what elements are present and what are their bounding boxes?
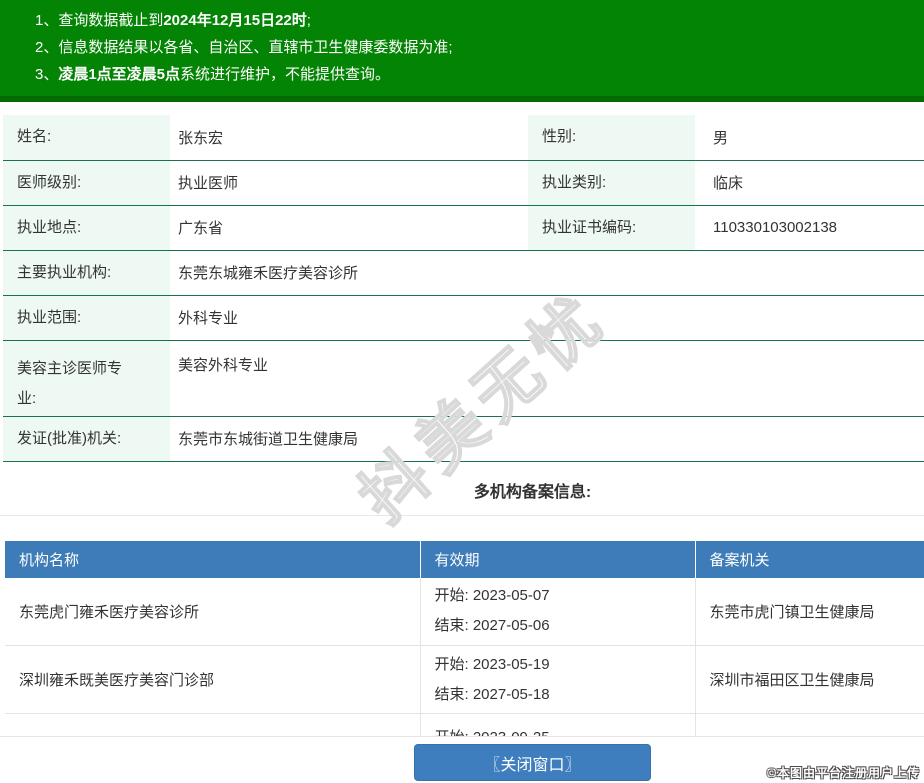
validity-start: 开始: 2023-09-25 bbox=[435, 723, 687, 737]
notice-text-bold: 凌晨1点至凌晨5点 bbox=[58, 66, 180, 83]
issuing-authority-value: 东莞市东城街道卫生健康局 bbox=[170, 416, 924, 461]
end-date: 2027-05-06 bbox=[473, 617, 550, 634]
notice-text-bold: 2024年12月15日22时 bbox=[163, 12, 306, 29]
org-name-cell bbox=[5, 714, 420, 738]
table-row: 主要执业机构: 东莞东城雍禾医疗美容诊所 bbox=[3, 250, 924, 295]
gender-label: 性别: bbox=[528, 115, 695, 160]
table-row: 执业范围: 外科专业 bbox=[3, 295, 924, 340]
notice-banner: 1、查询数据截止到2024年12月15日22时; 2、信息数据结果以各省、自治区… bbox=[0, 0, 924, 102]
org-name-cell: 深圳雍禾既美医疗美容门诊部 bbox=[5, 646, 420, 714]
main-org-label: 主要执业机构: bbox=[3, 250, 170, 295]
authority-cell: 深圳市福田区卫生健康局 bbox=[695, 646, 924, 714]
name-value: 张东宏 bbox=[170, 115, 528, 160]
cosmetic-specialty-value: 美容外科专业 bbox=[170, 340, 924, 416]
end-date: 2027-05-18 bbox=[473, 686, 550, 703]
validity-cell: 开始: 2023-05-19 结束: 2027-05-18 bbox=[420, 646, 695, 714]
table-row-clipped: 开始: 2023-09-25 bbox=[5, 714, 924, 738]
scope-label: 执业范围: bbox=[3, 295, 170, 340]
gender-value: 男 bbox=[695, 115, 924, 160]
org-name-cell: 东莞虎门雍禾医疗美容诊所 bbox=[5, 578, 420, 646]
validity-end: 结束: 2027-05-06 bbox=[435, 611, 687, 641]
table-row: 医师级别: 执业医师 执业类别: 临床 bbox=[3, 160, 924, 205]
table-row: 姓名: 张东宏 性别: 男 bbox=[3, 115, 924, 160]
level-value: 执业医师 bbox=[170, 160, 528, 205]
issuing-authority-label: 发证(批准)机关: bbox=[3, 416, 170, 461]
validity-header: 有效期 bbox=[420, 541, 695, 578]
authority-cell: 东莞市虎门镇卫生健康局 bbox=[695, 578, 924, 646]
end-label: 结束: bbox=[435, 617, 473, 634]
validity-cell: 开始: 2023-09-25 bbox=[420, 714, 695, 738]
notice-text: ; bbox=[307, 12, 311, 29]
end-label: 结束: bbox=[435, 686, 473, 703]
table-row: 深圳雍禾既美医疗美容门诊部 开始: 2023-05-19 结束: 2027-05… bbox=[5, 646, 924, 714]
button-row: 〖关闭窗口〗 bbox=[0, 744, 924, 781]
table-row: 美容主诊医师专业: 美容外科专业 bbox=[3, 340, 924, 416]
start-label: 开始: bbox=[435, 587, 473, 604]
notice-line-3: 3、凌晨1点至凌晨5点系统进行维护，不能提供查询。 bbox=[35, 61, 924, 88]
location-label: 执业地点: bbox=[3, 205, 170, 250]
notice-text: 1、查询数据截止到 bbox=[35, 12, 163, 29]
authority-header: 备案机关 bbox=[695, 541, 924, 578]
notice-text: 2、信息数据结果以各省、自治区、直辖市卫生健康委数据为准; bbox=[35, 39, 453, 56]
cert-no-value: 110330103002138 bbox=[695, 205, 924, 250]
validity-start: 开始: 2023-05-07 bbox=[435, 581, 687, 611]
filing-table: 机构名称 有效期 备案机关 东莞虎门雍禾医疗美容诊所 开始: 2023-05-0… bbox=[5, 541, 924, 738]
level-label: 医师级别: bbox=[3, 160, 170, 205]
scope-value: 外科专业 bbox=[170, 295, 924, 340]
multi-org-filing-title: 多机构备案信息: bbox=[0, 478, 924, 502]
org-name-header: 机构名称 bbox=[5, 541, 420, 578]
notice-text: 系统进行维护，不能提供查询。 bbox=[180, 66, 390, 83]
category-label: 执业类别: bbox=[528, 160, 695, 205]
start-date: 2023-05-19 bbox=[473, 656, 550, 673]
notice-line-1: 1、查询数据截止到2024年12月15日22时; bbox=[35, 7, 924, 34]
start-label: 开始: bbox=[435, 729, 473, 737]
table-row: 执业地点: 广东省 执业证书编码: 110330103002138 bbox=[3, 205, 924, 250]
section-divider bbox=[0, 515, 924, 516]
cosmetic-specialty-label: 美容主诊医师专业: bbox=[3, 340, 170, 416]
close-window-button[interactable]: 〖关闭窗口〗 bbox=[414, 744, 651, 781]
notice-text: 3、 bbox=[35, 66, 58, 83]
start-date: 2023-05-07 bbox=[473, 587, 550, 604]
table-row: 发证(批准)机关: 东莞市东城街道卫生健康局 bbox=[3, 416, 924, 461]
authority-cell bbox=[695, 714, 924, 738]
table-row: 东莞虎门雍禾医疗美容诊所 开始: 2023-05-07 结束: 2027-05-… bbox=[5, 578, 924, 646]
filing-header-row: 机构名称 有效期 备案机关 bbox=[5, 541, 924, 578]
main-org-value: 东莞东城雍禾医疗美容诊所 bbox=[170, 250, 924, 295]
name-label: 姓名: bbox=[3, 115, 170, 160]
validity-end: 结束: 2027-05-18 bbox=[435, 680, 687, 710]
start-label: 开始: bbox=[435, 656, 473, 673]
location-value: 广东省 bbox=[170, 205, 528, 250]
notice-line-2: 2、信息数据结果以各省、自治区、直辖市卫生健康委数据为准; bbox=[35, 34, 924, 61]
content-clip-area: 1、查询数据截止到2024年12月15日22时; 2、信息数据结果以各省、自治区… bbox=[0, 0, 924, 737]
cert-no-label: 执业证书编码: bbox=[528, 205, 695, 250]
validity-cell: 开始: 2023-05-07 结束: 2027-05-06 bbox=[420, 578, 695, 646]
page: 1、查询数据截止到2024年12月15日22时; 2、信息数据结果以各省、自治区… bbox=[0, 0, 924, 781]
validity-start: 开始: 2023-05-19 bbox=[435, 650, 687, 680]
practitioner-info-table: 姓名: 张东宏 性别: 男 医师级别: 执业医师 执业类别: 临床 执业地点: … bbox=[3, 115, 924, 462]
start-date: 2023-09-25 bbox=[473, 729, 550, 737]
category-value: 临床 bbox=[695, 160, 924, 205]
